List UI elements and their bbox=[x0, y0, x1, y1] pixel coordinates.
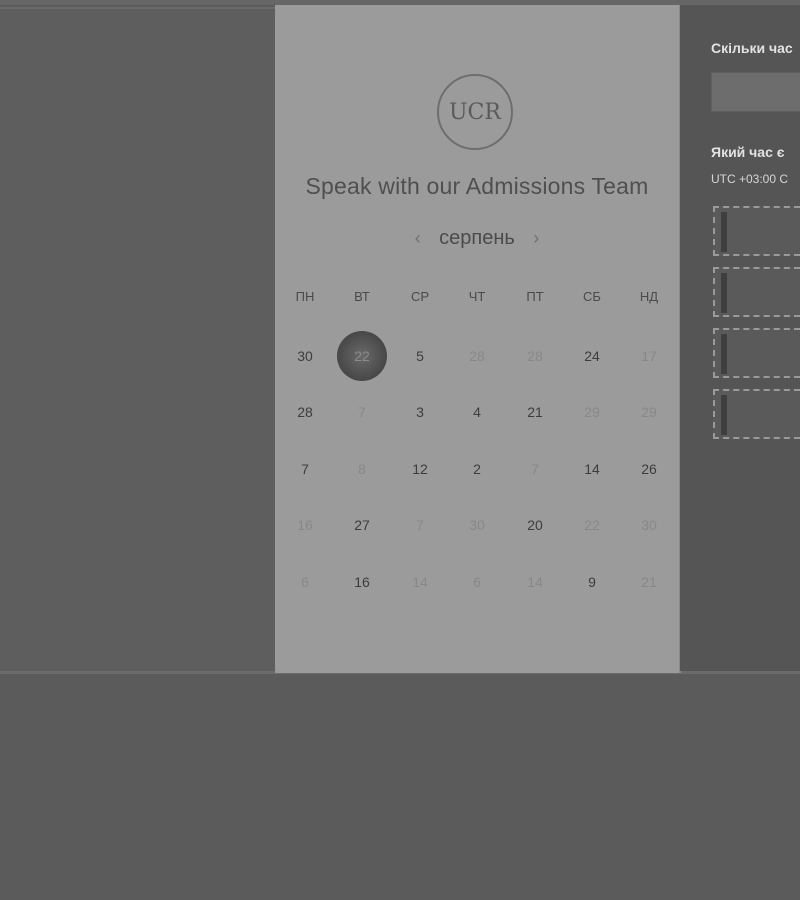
calendar-day[interactable]: 9 bbox=[567, 557, 617, 607]
chevron-right-icon[interactable]: › bbox=[533, 228, 539, 249]
calendar-day[interactable]: 30 bbox=[280, 331, 330, 381]
calendar-day: 7 bbox=[531, 461, 539, 477]
calendar-day: 7 bbox=[416, 517, 424, 533]
selected-day[interactable]: 22 bbox=[337, 331, 387, 381]
calendar-day: 6 bbox=[301, 574, 309, 590]
duration-select[interactable] bbox=[711, 72, 800, 112]
calendar-day[interactable]: 26 bbox=[624, 444, 674, 494]
calendar-day[interactable]: 3 bbox=[395, 387, 445, 437]
time-label: Який час є bbox=[711, 144, 785, 160]
calendar-day: 16 bbox=[297, 517, 313, 533]
logo-text: UCR bbox=[449, 99, 501, 125]
calendar-day: 29 bbox=[641, 404, 657, 420]
calendar-day[interactable]: 20 bbox=[510, 500, 560, 550]
calendar-day[interactable]: 24 bbox=[567, 331, 617, 381]
chevron-left-icon[interactable]: ‹ bbox=[415, 228, 421, 249]
calendar-day[interactable]: 14 bbox=[567, 444, 617, 494]
weekday-header: ЧТ bbox=[468, 289, 486, 304]
calendar-day: 22 bbox=[584, 517, 600, 533]
calendar-day: 21 bbox=[641, 574, 657, 590]
calendar-day[interactable]: 27 bbox=[337, 500, 387, 550]
weekday-header: ПТ bbox=[526, 289, 544, 304]
month-label: серпень bbox=[439, 227, 515, 249]
left-pane bbox=[0, 9, 275, 671]
timezone-label: UTC +03:00 С bbox=[711, 172, 789, 186]
calendar-day: 14 bbox=[527, 574, 543, 590]
calendar-day[interactable]: 7 bbox=[280, 444, 330, 494]
calendar-day[interactable]: 12 bbox=[395, 444, 445, 494]
scheduling-card: UCR Speak with our Admissions Team ‹ сер… bbox=[275, 5, 681, 673]
calendar-day[interactable]: 5 bbox=[395, 331, 445, 381]
page-title: Speak with our Admissions Team bbox=[305, 173, 649, 199]
calendar-day[interactable]: 16 bbox=[337, 557, 387, 607]
weekday-header: СР bbox=[410, 289, 430, 304]
calendar-day[interactable]: 2 bbox=[452, 444, 502, 494]
calendar-day: 28 bbox=[527, 348, 543, 364]
calendar-day: 29 bbox=[584, 404, 600, 420]
calendar-day: 30 bbox=[641, 517, 657, 533]
duration-label: Скільки час bbox=[711, 40, 793, 56]
calendar-day[interactable]: 21 bbox=[510, 387, 560, 437]
time-slot-button[interactable] bbox=[713, 267, 800, 317]
calendar-day: 6 bbox=[473, 574, 481, 590]
calendar-day: 14 bbox=[412, 574, 428, 590]
month-navigation: ‹ серпень › bbox=[275, 227, 679, 250]
calendar-day[interactable]: 4 bbox=[452, 387, 502, 437]
calendar-day[interactable]: 28 bbox=[280, 387, 330, 437]
time-slot-button[interactable] bbox=[713, 328, 800, 378]
lower-area bbox=[0, 674, 800, 900]
calendar-day: 28 bbox=[469, 348, 485, 364]
time-slot-button[interactable] bbox=[713, 389, 800, 439]
time-slot-button[interactable] bbox=[713, 206, 800, 256]
calendar-day: 7 bbox=[358, 404, 366, 420]
weekday-header: НД bbox=[639, 289, 659, 304]
calendar-day: 8 bbox=[358, 461, 366, 477]
calendar-day: 30 bbox=[469, 517, 485, 533]
ucr-logo: UCR bbox=[437, 74, 513, 150]
weekday-header: ПН bbox=[295, 289, 315, 304]
weekday-header: ВТ bbox=[354, 289, 370, 304]
weekday-header: СБ bbox=[583, 289, 601, 304]
calendar-day: 17 bbox=[641, 348, 657, 364]
